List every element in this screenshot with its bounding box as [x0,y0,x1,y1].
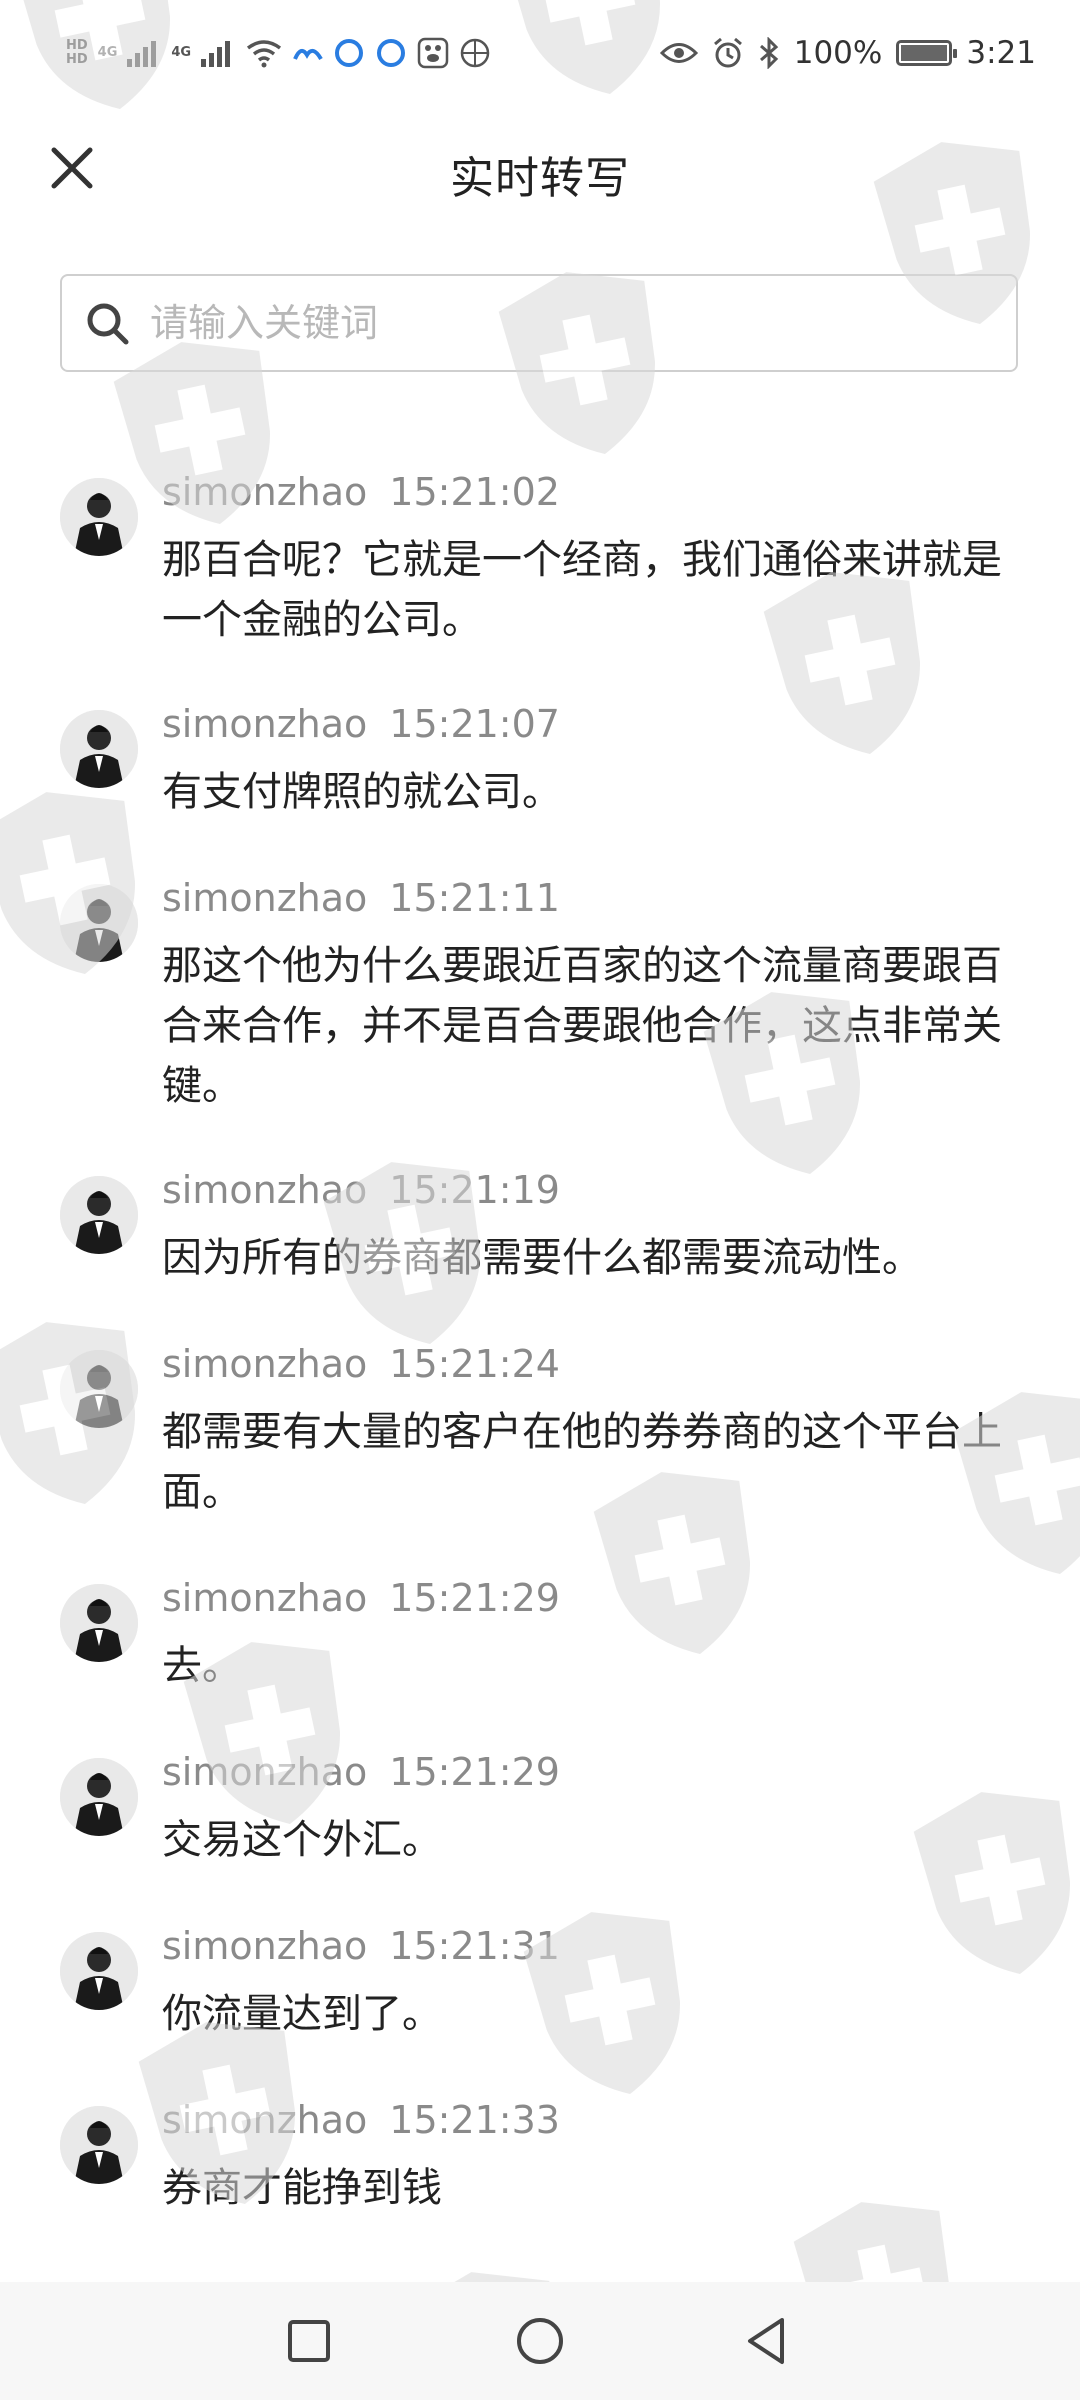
home-circle-icon [517,2318,563,2364]
message-meta: simonzhao 15:21:29 [162,1576,560,1620]
message-meta: simonzhao 15:21:02 [162,470,560,514]
hd-label-2: HD [66,52,88,67]
avatar-icon [60,1350,138,1428]
message-time: 15:21:33 [389,2098,560,2142]
avatar [60,884,138,962]
message-time: 15:21:31 [389,1924,560,1968]
navigation-bar [0,2282,1080,2400]
watermark-shield-icon [913,1792,1070,1974]
message-time: 15:21:24 [389,1342,560,1386]
search-box[interactable] [60,274,1018,372]
status-bar-left: HD HD 4G 4G [66,28,491,78]
clock: 3:21 [966,35,1036,71]
avatar-icon [60,710,138,788]
search-icon [87,303,129,345]
network-type-2: 4G [171,45,192,60]
speaker-name: simonzhao [162,1750,368,1794]
back-button[interactable] [732,2306,802,2376]
speaker-name: simonzhao [162,702,368,746]
message-text: 去。 [162,1643,242,1689]
recents-square-icon [288,2320,330,2362]
message-meta: simonzhao 15:21:31 [162,1924,560,1968]
bluetooth-icon [758,37,780,69]
avatar-icon [60,1932,138,2010]
avatar [60,1758,138,1836]
battery-fill [901,45,948,61]
message-meta: simonzhao 15:21:07 [162,702,560,746]
message-text: 有支付牌照的就公司。 [162,769,562,815]
message-text: 券商才能挣到钱 [162,2165,442,2211]
app-icon [375,37,407,69]
message-meta: simonzhao 15:21:24 [162,1342,560,1386]
message-meta: simonzhao 15:21:19 [162,1168,560,1212]
avatar-icon [60,1176,138,1254]
back-triangle-icon [748,2318,784,2364]
message-time: 15:21:19 [389,1168,560,1212]
speaker-name: simonzhao [162,2098,368,2142]
message-time: 15:21:29 [389,1576,560,1620]
speaker-name: simonzhao [162,1924,368,1968]
network-type-1: 4G [97,45,118,60]
alarm-icon [712,37,744,69]
status-bar-right: 100% 3:21 [659,28,1036,78]
ball-icon [459,37,491,69]
battery-percent: 100% [793,35,883,71]
message-text: 都需要有大量的客户在他的券券商的这个平台上面。 [162,1409,1002,1515]
battery-icon [896,40,958,66]
avatar [60,2106,138,2184]
message-text: 那百合呢？它就是一个经商，我们通俗来讲就是一个金融的公司。 [162,537,1002,643]
watermark-shield-icon [0,792,135,974]
message-text: 因为所有的券商都需要什么都需要流动性。 [162,1235,922,1281]
app-icon [293,41,323,65]
message-time: 15:21:11 [389,876,560,920]
recents-button[interactable] [274,2306,344,2376]
hd-label-1: HD [66,38,88,53]
app-icon [333,37,365,69]
status-bar: HD HD 4G 4G 100% 3:21 [0,0,1080,104]
message-meta: simonzhao 15:21:33 [162,2098,560,2142]
search-input[interactable] [148,300,1016,346]
paw-icon [417,37,449,69]
message-time: 15:21:29 [389,1750,560,1794]
speaker-name: simonzhao [162,1168,368,1212]
avatar [60,710,138,788]
avatar [60,478,138,556]
signal-icon [127,39,161,67]
avatar [60,1932,138,2010]
signal-icon [201,39,235,67]
page-title: 实时转写 [450,153,630,204]
message-text: 你流量达到了。 [162,1991,442,2037]
home-button[interactable] [505,2306,575,2376]
message-meta: simonzhao 15:21:11 [162,876,560,920]
speaker-name: simonzhao [162,876,368,920]
avatar-icon [60,1758,138,1836]
message-time: 15:21:02 [389,470,560,514]
eye-icon [659,40,698,66]
message-time: 15:21:07 [389,702,560,746]
wifi-icon [245,38,283,68]
speaker-name: simonzhao [162,470,368,514]
avatar [60,1584,138,1662]
speaker-name: simonzhao [162,1342,368,1386]
message-meta: simonzhao 15:21:29 [162,1750,560,1794]
message-text: 交易这个外汇。 [162,1817,442,1863]
hd-indicator: HD HD [66,39,88,67]
speaker-name: simonzhao [162,1576,368,1620]
avatar [60,1350,138,1428]
avatar-icon [60,478,138,556]
message-text: 那这个他为什么要跟近百家的这个流量商要跟百合来合作，并不是百合要跟他合作，这点非… [162,943,1002,1109]
header: 实时转写 [0,104,1080,234]
avatar-icon [60,884,138,962]
avatar [60,1176,138,1254]
avatar-icon [60,1584,138,1662]
avatar-icon [60,2106,138,2184]
